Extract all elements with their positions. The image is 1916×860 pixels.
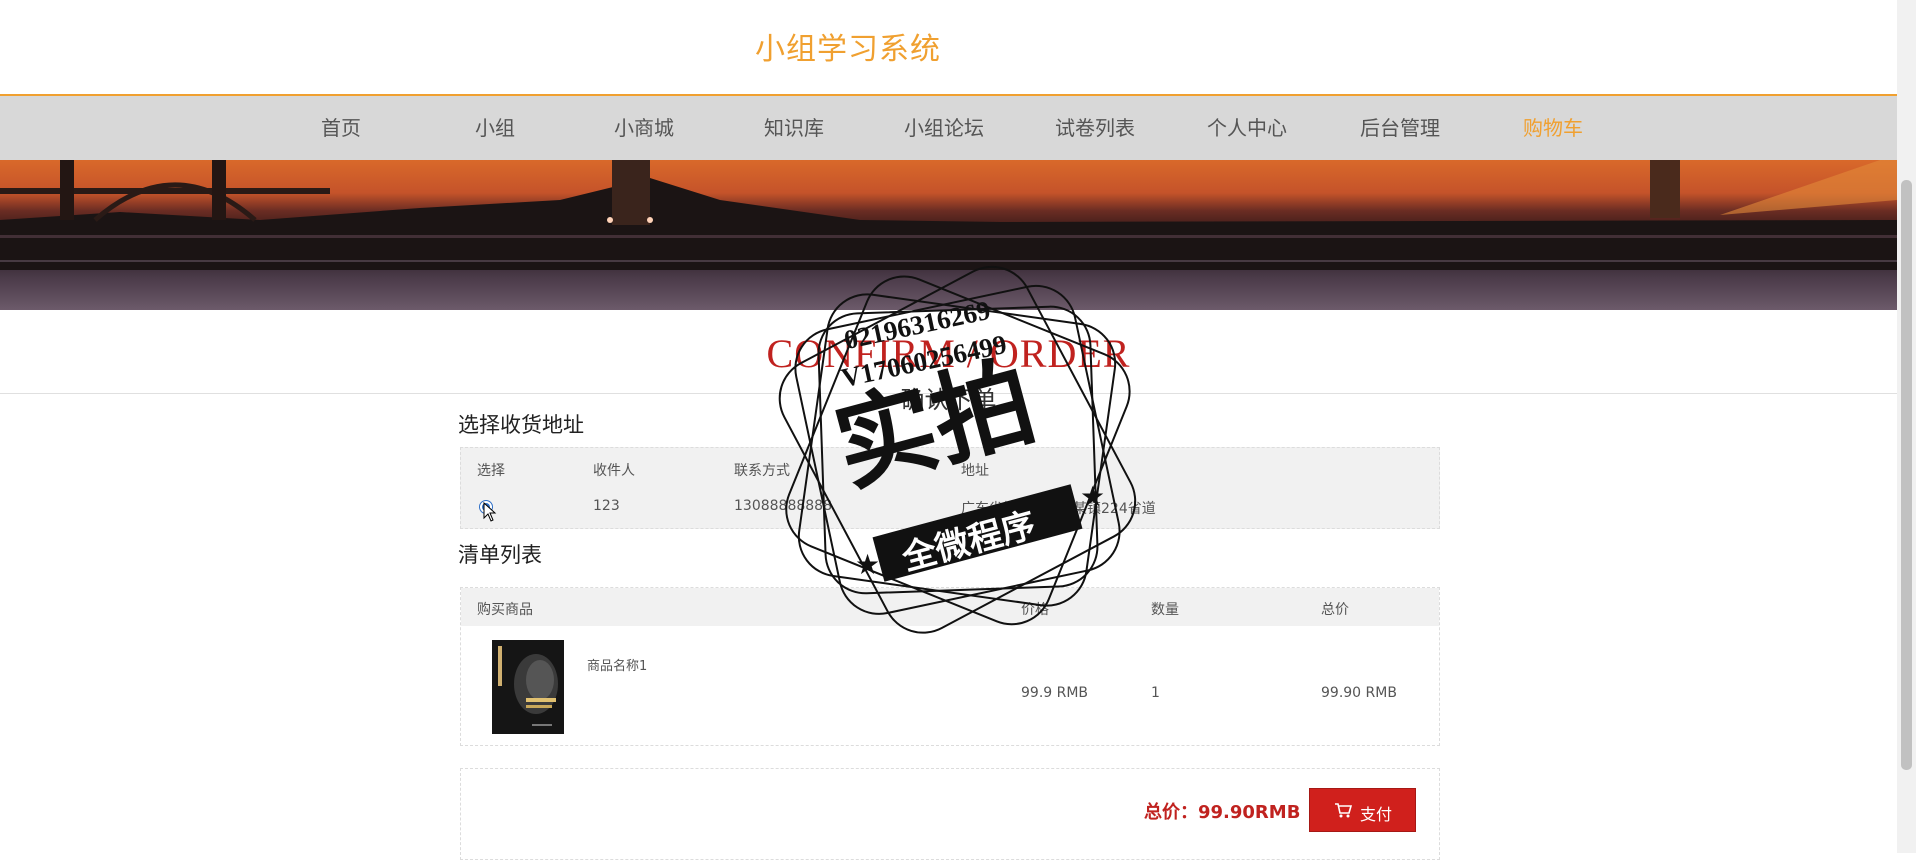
product-name[interactable]: 商品名称1 xyxy=(587,655,647,674)
product-price: 99.9 RMB xyxy=(1021,685,1089,701)
nav-item-profile[interactable]: 个人中心 xyxy=(1207,96,1287,160)
column-header-recipient: 收件人 xyxy=(593,463,635,479)
address-phone: 13088888888 xyxy=(734,498,832,514)
cart-icon xyxy=(1334,802,1353,823)
product-quantity: 1 xyxy=(1151,685,1160,701)
page-title-en: CONFIRM / ORDER xyxy=(766,331,1131,376)
column-header-address: 地址 xyxy=(961,463,989,479)
cart-table-header xyxy=(461,588,1439,626)
nav-item-cart[interactable]: 购物车 xyxy=(1523,96,1583,160)
address-section-title: 选择收货地址 xyxy=(458,413,584,437)
banner-image xyxy=(0,160,1897,310)
nav-item-home[interactable]: 首页 xyxy=(321,96,361,160)
address-recipient: 123 xyxy=(593,498,620,514)
nav-item-admin[interactable]: 后台管理 xyxy=(1360,96,1440,160)
site-title[interactable]: 小组学习系统 xyxy=(755,24,941,68)
column-header-price: 价格 xyxy=(1021,602,1049,618)
site-header: 小组学习系统 xyxy=(0,0,1897,96)
column-header-phone: 联系方式 xyxy=(734,463,790,479)
column-header-quantity: 数量 xyxy=(1151,602,1179,618)
nav-item-knowledge[interactable]: 知识库 xyxy=(764,96,824,160)
book-cover-image[interactable] xyxy=(492,640,564,734)
nav-item-exams[interactable]: 试卷列表 xyxy=(1055,96,1135,160)
total-price: 总价：99.90RMB xyxy=(1144,802,1301,823)
page-title-cn: 确认下单 xyxy=(900,386,997,414)
cart-table: 购买商品 价格 数量 总价 商品名称1 99.9 RMB 1 99.90 RMB xyxy=(460,587,1440,746)
star-icon: ★ xyxy=(855,548,881,581)
column-header-product: 购买商品 xyxy=(477,602,533,618)
nav-item-forum[interactable]: 小组论坛 xyxy=(904,96,984,160)
cart-section-title: 清单列表 xyxy=(458,543,542,567)
product-total: 99.90 RMB xyxy=(1321,685,1397,701)
nav-item-group[interactable]: 小组 xyxy=(475,96,515,160)
mouse-cursor-icon xyxy=(483,501,497,526)
scrollbar[interactable] xyxy=(1897,0,1916,853)
pay-button-label: 支付 xyxy=(1360,807,1393,824)
address-table: 选择 收件人 联系方式 地址 123 13088888888 广东省梅州市某区某… xyxy=(460,447,1440,529)
pay-button[interactable]: 支付 xyxy=(1309,788,1416,832)
nav-item-shop[interactable]: 小商城 xyxy=(614,96,674,160)
scrollbar-thumb[interactable] xyxy=(1901,180,1912,770)
column-header-select: 选择 xyxy=(477,463,505,479)
address-text: 广东省梅州市某区某镇224省道 xyxy=(961,501,1156,517)
column-header-total: 总价 xyxy=(1321,602,1349,618)
main-nav: 首页 小组 小商城 知识库 小组论坛 试卷列表 个人中心 后台管理 购物车 xyxy=(0,96,1897,160)
